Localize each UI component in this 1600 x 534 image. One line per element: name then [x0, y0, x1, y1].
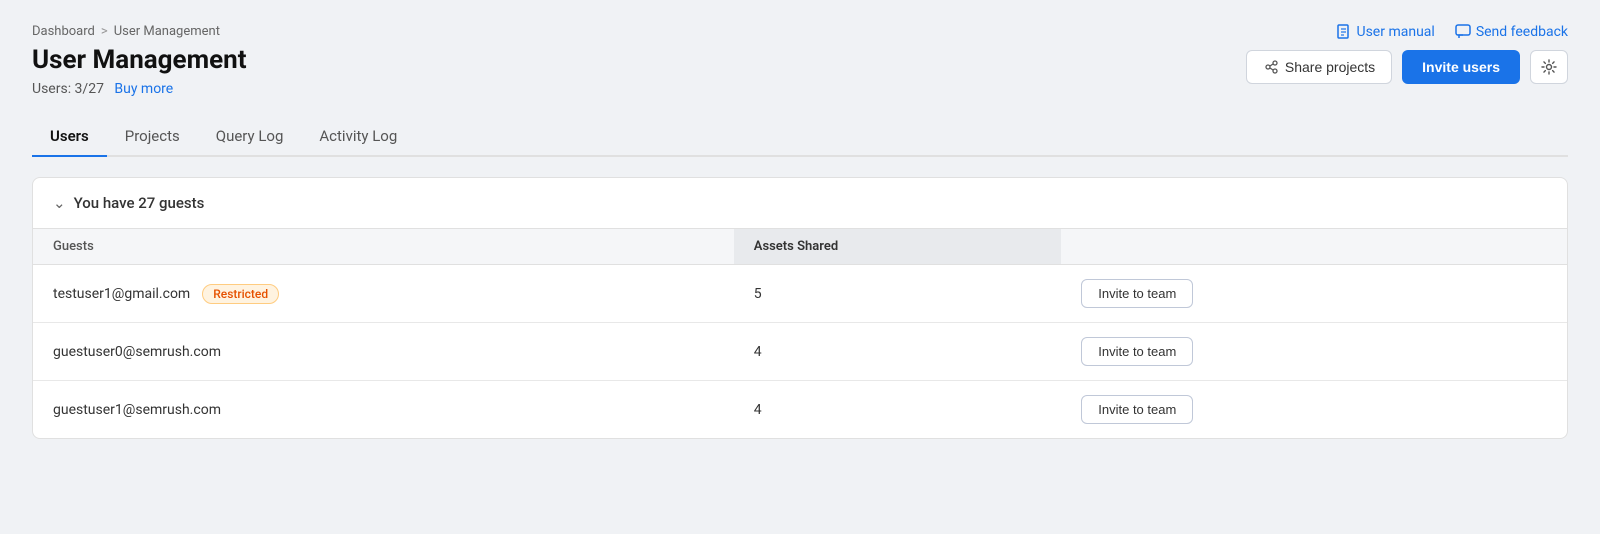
- send-feedback-label: Send feedback: [1476, 24, 1568, 40]
- buy-more-link[interactable]: Buy more: [114, 81, 173, 97]
- guests-header: ⌄ You have 27 guests: [33, 178, 1567, 229]
- assets-shared-cell: 5: [734, 265, 1062, 323]
- breadcrumb-current: User Management: [114, 24, 220, 39]
- settings-button[interactable]: [1530, 50, 1568, 84]
- guest-email: guestuser1@semrush.com: [53, 402, 221, 418]
- share-projects-button[interactable]: Share projects: [1246, 50, 1392, 84]
- guests-table: Guests Assets Shared testuser1@gmail.com…: [33, 229, 1567, 438]
- invite-users-button[interactable]: Invite users: [1402, 50, 1520, 84]
- table-row: guestuser1@semrush.com 4 Invite to team: [33, 381, 1567, 439]
- table-row: testuser1@gmail.com Restricted 5 Invite to …: [33, 265, 1567, 323]
- users-count: Users: 3/27 Buy more: [32, 81, 247, 97]
- extra-cell: [1462, 323, 1567, 381]
- assets-shared-cell: 4: [734, 381, 1062, 439]
- tab-users[interactable]: Users: [32, 117, 107, 157]
- breadcrumb: Dashboard > User Management: [32, 24, 247, 39]
- action-buttons: Share projects Invite users: [1246, 50, 1568, 84]
- guest-email-cell: guestuser0@semrush.com: [33, 323, 734, 381]
- right-section: User manual Send feedback: [1246, 24, 1568, 84]
- assets-shared-cell: 4: [734, 323, 1062, 381]
- user-manual-link[interactable]: User manual: [1336, 24, 1435, 40]
- chat-icon: [1455, 24, 1471, 40]
- invite-action-cell: Invite to team: [1061, 323, 1461, 381]
- breadcrumb-separator: >: [101, 24, 108, 39]
- extra-cell: [1462, 265, 1567, 323]
- page-container: Dashboard > User Management User Managem…: [0, 0, 1600, 534]
- share-projects-label: Share projects: [1285, 59, 1375, 75]
- top-links: User manual Send feedback: [1336, 24, 1569, 40]
- table-row: guestuser0@semrush.com 4 Invite to team: [33, 323, 1567, 381]
- breadcrumb-home[interactable]: Dashboard: [32, 24, 95, 39]
- invite-action-cell: Invite to team: [1061, 381, 1461, 439]
- top-bar: Dashboard > User Management User Managem…: [32, 24, 1568, 97]
- extra-cell: [1462, 381, 1567, 439]
- col-action-header: [1061, 229, 1461, 265]
- invite-to-team-button[interactable]: Invite to team: [1081, 337, 1193, 366]
- guests-count-label: You have 27 guests: [74, 194, 205, 212]
- book-icon: [1336, 24, 1352, 40]
- gear-icon: [1541, 59, 1557, 75]
- page-title: User Management: [32, 45, 247, 75]
- share-icon: [1263, 59, 1279, 75]
- guest-email-cell: guestuser1@semrush.com: [33, 381, 734, 439]
- guest-email-cell: testuser1@gmail.com Restricted: [33, 265, 734, 323]
- invite-action-cell: Invite to team: [1061, 265, 1461, 323]
- user-manual-label: User manual: [1357, 24, 1435, 40]
- tabs: Users Projects Query Log Activity Log: [32, 117, 1568, 157]
- send-feedback-link[interactable]: Send feedback: [1455, 24, 1568, 40]
- col-assets-header: Assets Shared: [734, 229, 1062, 265]
- chevron-down-icon[interactable]: ⌄: [53, 194, 66, 212]
- guest-email: testuser1@gmail.com: [53, 286, 190, 302]
- tab-activity-log[interactable]: Activity Log: [301, 117, 415, 157]
- invite-to-team-button[interactable]: Invite to team: [1081, 395, 1193, 424]
- col-extra-header: [1462, 229, 1567, 265]
- left-section: Dashboard > User Management User Managem…: [32, 24, 247, 97]
- main-content: ⌄ You have 27 guests Guests Assets Share…: [32, 177, 1568, 439]
- restricted-badge: Restricted: [202, 284, 279, 304]
- col-guests-header: Guests: [33, 229, 734, 265]
- guest-email: guestuser0@semrush.com: [53, 344, 221, 360]
- tab-projects[interactable]: Projects: [107, 117, 198, 157]
- invite-to-team-button[interactable]: Invite to team: [1081, 279, 1193, 308]
- users-count-label: Users: 3/27: [32, 81, 104, 97]
- tab-query-log[interactable]: Query Log: [198, 117, 302, 157]
